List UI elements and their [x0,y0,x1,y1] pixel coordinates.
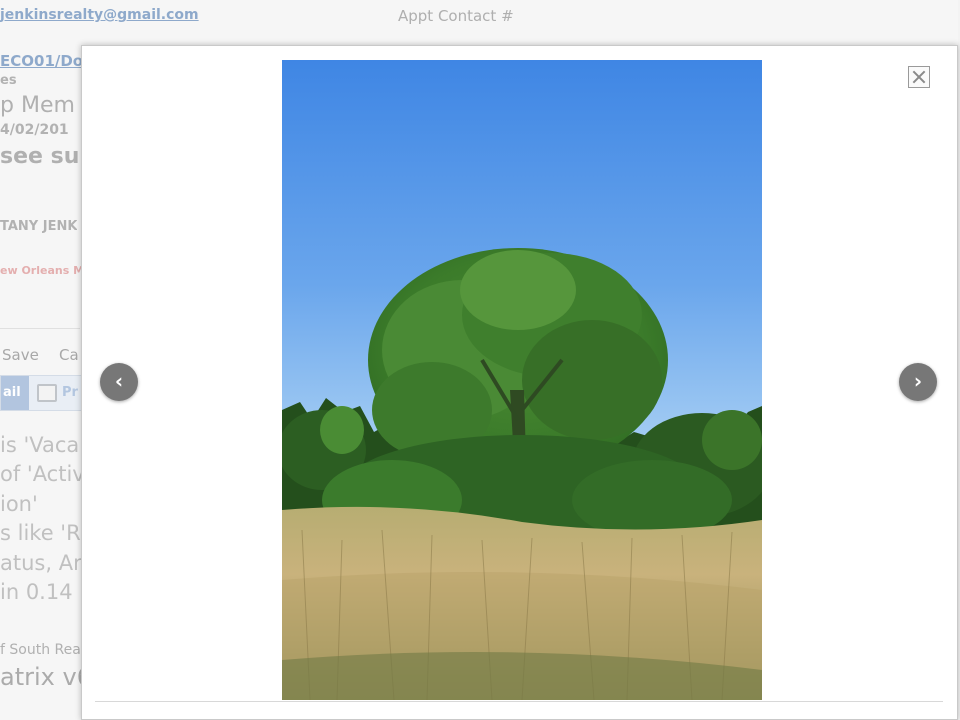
divider [95,701,943,702]
previous-photo-button[interactable]: ‹ [100,363,138,401]
listing-photo [282,60,762,700]
listing-photo-image [282,60,762,700]
photo-lightbox: ‹ › [81,45,958,720]
chevron-left-icon: ‹ [114,369,124,393]
chevron-right-icon: › [913,369,923,393]
next-photo-button[interactable]: › [899,363,937,401]
close-icon[interactable] [908,66,930,88]
